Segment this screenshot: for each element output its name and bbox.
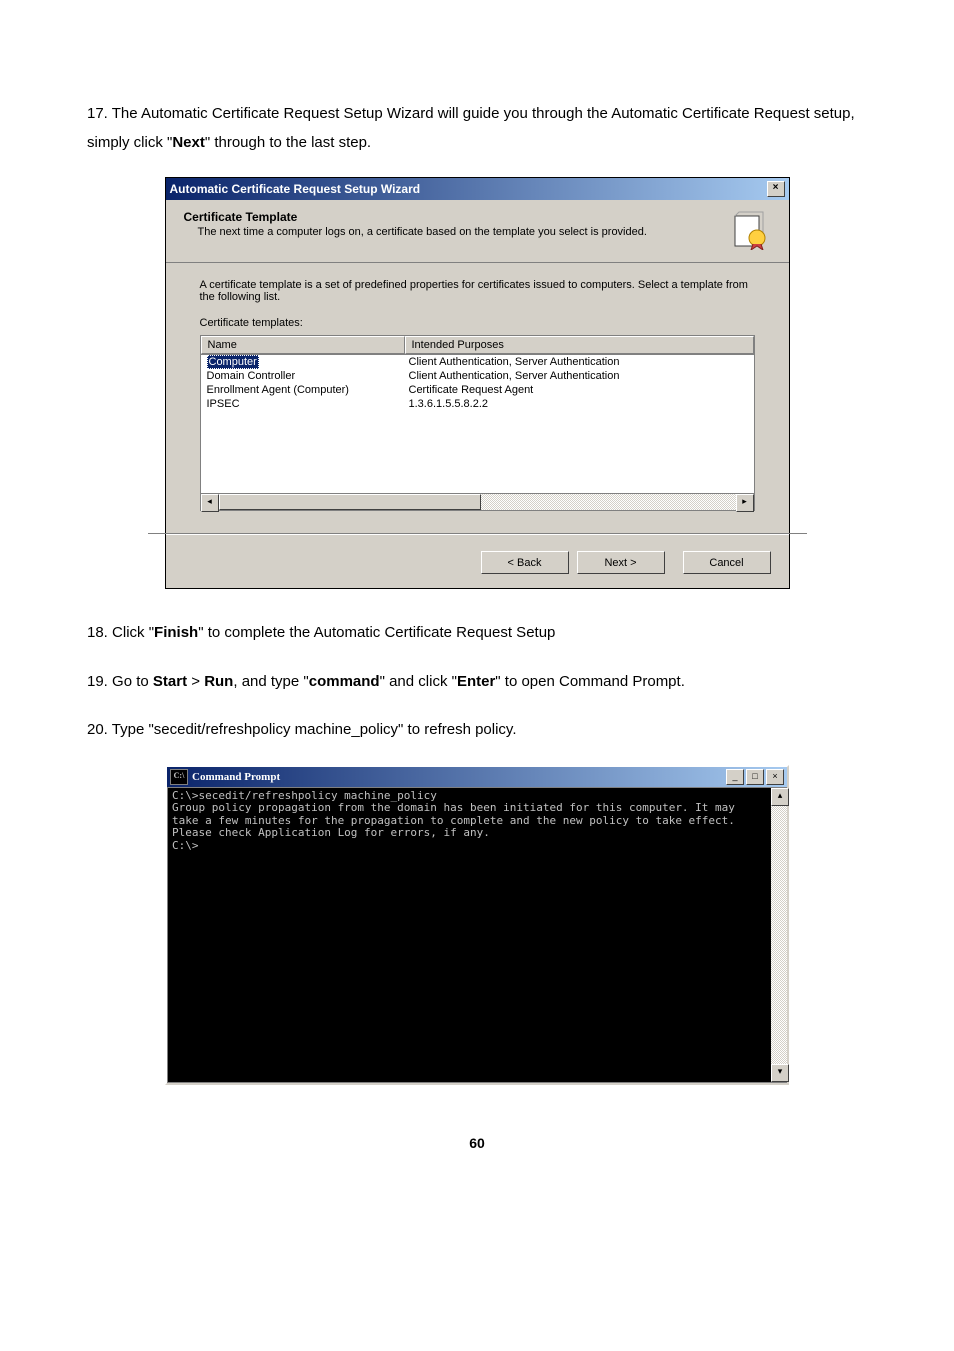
vertical-scrollbar[interactable]: ▴ ▾ xyxy=(771,788,787,1082)
column-name[interactable]: Name xyxy=(201,336,405,354)
step-18: 18. Click "Finish" to complete the Autom… xyxy=(87,619,867,648)
close-icon[interactable]: × xyxy=(767,181,785,197)
step-19-num: 19. xyxy=(87,673,108,690)
run-bold: Run xyxy=(204,673,233,690)
dialog-header-title: Certificate Template xyxy=(184,210,721,224)
dialog-titlebar[interactable]: Automatic Certificate Request Setup Wiza… xyxy=(166,178,789,200)
close-icon[interactable]: × xyxy=(766,769,784,785)
back-button[interactable]: < Back xyxy=(481,551,569,574)
step-18-num: 18. xyxy=(87,624,108,641)
dialog-title: Automatic Certificate Request Setup Wiza… xyxy=(170,182,421,196)
step-17: 17. The Automatic Certificate Request Se… xyxy=(87,100,867,157)
template-name: Enrollment Agent (Computer) xyxy=(207,384,349,396)
template-name: Computer xyxy=(207,355,259,369)
template-purpose: 1.3.6.1.5.5.8.2.2 xyxy=(403,397,754,411)
command-bold: command xyxy=(309,673,380,690)
wizard-dialog: Automatic Certificate Request Setup Wiza… xyxy=(165,177,790,589)
cmd-icon: C:\ xyxy=(170,769,188,785)
cmd-title: Command Prompt xyxy=(192,771,280,783)
horizontal-scrollbar[interactable]: ◂ ▸ xyxy=(201,493,754,510)
step-17-text-b: " through to the last step. xyxy=(205,134,371,151)
scroll-down-icon[interactable]: ▾ xyxy=(771,1064,789,1082)
step-20-num: 20. xyxy=(87,721,108,738)
page-number: 60 xyxy=(87,1135,867,1151)
dialog-header-desc: The next time a computer logs on, a cert… xyxy=(184,226,721,238)
cmd-titlebar[interactable]: C:\ Command Prompt _ □ × xyxy=(167,767,787,787)
template-purpose: Client Authentication, Server Authentica… xyxy=(403,369,754,383)
finish-bold: Finish xyxy=(154,624,198,641)
column-purposes[interactable]: Intended Purposes xyxy=(405,336,754,354)
template-purpose: Certificate Request Agent xyxy=(403,383,754,397)
dialog-body-text: A certificate template is a set of prede… xyxy=(200,279,755,303)
next-button[interactable]: Next > xyxy=(577,551,665,574)
template-purpose: Client Authentication, Server Authentica… xyxy=(403,355,754,369)
cancel-button[interactable]: Cancel xyxy=(683,551,771,574)
table-row[interactable]: Domain Controller Client Authentication, … xyxy=(201,369,754,383)
step-20: 20. Type "secedit/refreshpolicy machine_… xyxy=(87,716,867,745)
step-20-text: Type "secedit/refreshpolicy machine_poli… xyxy=(112,721,517,738)
start-bold: Start xyxy=(153,673,187,690)
step-17-bold: Next xyxy=(172,134,205,151)
cmd-output[interactable]: C:\>secedit/refreshpolicy machine_policy… xyxy=(168,788,771,1082)
list-label: Certificate templates: xyxy=(200,317,755,329)
command-prompt-window: C:\ Command Prompt _ □ × C:\>secedit/ref… xyxy=(165,765,789,1085)
template-listview[interactable]: Name Intended Purposes Computer Client Au… xyxy=(200,335,755,511)
table-row[interactable]: Enrollment Agent (Computer) Certificate R… xyxy=(201,383,754,397)
template-name: Domain Controller xyxy=(207,370,296,382)
maximize-icon[interactable]: □ xyxy=(746,769,764,785)
template-name: IPSEC xyxy=(207,398,240,410)
enter-bold: Enter xyxy=(457,673,495,690)
table-row[interactable]: IPSEC 1.3.6.1.5.5.8.2.2 xyxy=(201,397,754,411)
table-row[interactable]: Computer Client Authentication, Server Au… xyxy=(201,355,754,369)
scroll-left-icon[interactable]: ◂ xyxy=(201,494,219,512)
minimize-icon[interactable]: _ xyxy=(726,769,744,785)
scroll-up-icon[interactable]: ▴ xyxy=(771,788,789,806)
scroll-thumb[interactable] xyxy=(219,494,481,510)
step-19: 19. Go to Start > Run, and type "command… xyxy=(87,668,867,697)
scroll-right-icon[interactable]: ▸ xyxy=(736,494,754,512)
step-17-num: 17. xyxy=(87,105,108,122)
certificate-icon xyxy=(731,210,771,250)
dialog-header: Certificate Template The next time a com… xyxy=(166,200,789,263)
